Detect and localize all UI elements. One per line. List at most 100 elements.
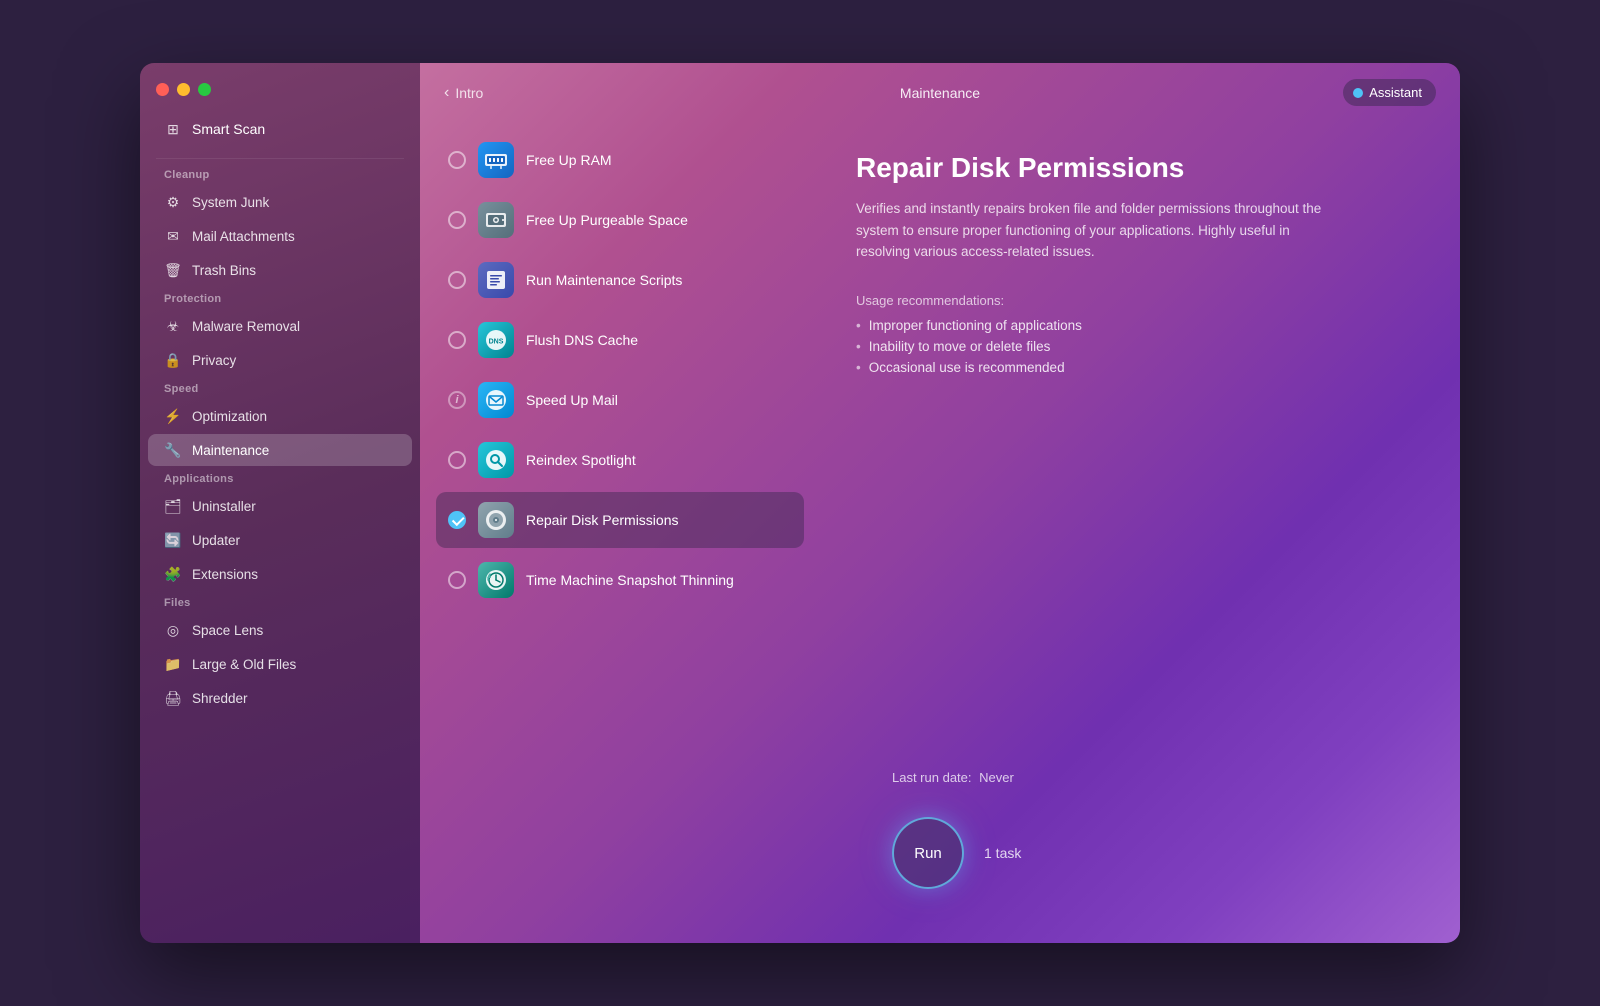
usage-item-3: Occasional use is recommended (856, 360, 1424, 375)
task-item-free-up-ram[interactable]: Free Up RAM (436, 132, 804, 188)
task-radio-free-up-ram[interactable] (448, 151, 466, 169)
maintenance-label: Maintenance (192, 443, 269, 458)
task-list: Free Up RAM Free Up Purgeabl (420, 122, 820, 943)
updater-label: Updater (192, 533, 240, 548)
task-radio-speed-up-mail[interactable] (448, 391, 466, 409)
detail-title: Repair Disk Permissions (856, 152, 1424, 184)
task-radio-flush-dns[interactable] (448, 331, 466, 349)
sidebar-item-malware-removal[interactable]: ☣ Malware Removal (148, 310, 412, 342)
svg-text:DNS: DNS (489, 339, 504, 346)
detail-description: Verifies and instantly repairs broken fi… (856, 198, 1336, 263)
maintenance-icon: 🔧 (164, 441, 182, 459)
section-label-speed: Speed (140, 377, 420, 399)
uninstaller-icon: 🗂 (164, 497, 182, 515)
maximize-button[interactable] (198, 83, 211, 96)
trash-bins-label: Trash Bins (192, 263, 256, 278)
malware-removal-icon: ☣ (164, 317, 182, 335)
sidebar-item-system-junk[interactable]: ⚙ System Junk (148, 186, 412, 218)
task-icon-time-machine (478, 562, 514, 598)
privacy-label: Privacy (192, 353, 236, 368)
task-radio-maintenance-scripts[interactable] (448, 271, 466, 289)
task-item-free-up-purgeable[interactable]: Free Up Purgeable Space (436, 192, 804, 248)
traffic-lights (140, 83, 420, 112)
assistant-dot-icon (1353, 88, 1363, 98)
updater-icon: 🔄 (164, 531, 182, 549)
task-radio-free-up-purgeable[interactable] (448, 211, 466, 229)
sidebar-item-optimization[interactable]: ⚡ Optimization (148, 400, 412, 432)
run-button[interactable]: Run (892, 817, 964, 889)
optimization-label: Optimization (192, 409, 267, 424)
task-item-repair-disk[interactable]: Repair Disk Permissions (436, 492, 804, 548)
assistant-label: Assistant (1369, 85, 1422, 100)
uninstaller-label: Uninstaller (192, 499, 256, 514)
malware-removal-label: Malware Removal (192, 319, 300, 334)
last-run-value: Never (979, 770, 1014, 785)
usage-item-1: Improper functioning of applications (856, 318, 1424, 333)
minimize-button[interactable] (177, 83, 190, 96)
extensions-label: Extensions (192, 567, 258, 582)
task-item-maintenance-scripts[interactable]: Run Maintenance Scripts (436, 252, 804, 308)
sidebar-item-large-old-files[interactable]: 📁 Large & Old Files (148, 648, 412, 680)
back-navigation[interactable]: ‹ Intro (444, 84, 483, 102)
back-label: Intro (455, 85, 483, 101)
trash-bins-icon: 🗑 (164, 261, 182, 279)
bottom-bar: Run 1 task (856, 801, 1424, 913)
task-icon-repair-disk (478, 502, 514, 538)
sidebar-item-uninstaller[interactable]: 🗂 Uninstaller (148, 490, 412, 522)
usage-item-2: Inability to move or delete files (856, 339, 1424, 354)
page-title: Maintenance (900, 85, 980, 101)
large-old-files-label: Large & Old Files (192, 657, 296, 672)
large-old-files-icon: 📁 (164, 655, 182, 673)
extensions-icon: 🧩 (164, 565, 182, 583)
task-radio-reindex-spotlight[interactable] (448, 451, 466, 469)
sidebar-item-privacy[interactable]: 🔒 Privacy (148, 344, 412, 376)
top-bar: ‹ Intro Maintenance Assistant (420, 63, 1460, 122)
smart-scan-icon: ⊞ (164, 120, 182, 138)
task-icon-flush-dns: DNS (478, 322, 514, 358)
privacy-icon: 🔒 (164, 351, 182, 369)
shredder-icon: 🖨 (164, 689, 182, 707)
sidebar-item-updater[interactable]: 🔄 Updater (148, 524, 412, 556)
task-icon-free-up-purgeable (478, 202, 514, 238)
task-item-speed-up-mail[interactable]: Speed Up Mail (436, 372, 804, 428)
section-label-files: Files (140, 591, 420, 613)
task-icon-speed-up-mail (478, 382, 514, 418)
last-run-info: Last run date: Never (856, 770, 1424, 785)
app-window: ⊞ Smart Scan Cleanup ⚙ System Junk ✉ Mai… (140, 63, 1460, 943)
task-name-repair-disk: Repair Disk Permissions (526, 512, 678, 528)
section-label-cleanup: Cleanup (140, 163, 420, 185)
task-radio-time-machine[interactable] (448, 571, 466, 589)
content-area: Free Up RAM Free Up Purgeabl (420, 122, 1460, 943)
task-name-reindex-spotlight: Reindex Spotlight (526, 452, 636, 468)
task-count: 1 task (984, 845, 1021, 861)
task-item-flush-dns[interactable]: DNS Flush DNS Cache (436, 312, 804, 368)
smart-scan-label: Smart Scan (192, 121, 265, 137)
sidebar-item-trash-bins[interactable]: 🗑 Trash Bins (148, 254, 412, 286)
shredder-label: Shredder (192, 691, 248, 706)
sidebar-item-mail-attachments[interactable]: ✉ Mail Attachments (148, 220, 412, 252)
task-radio-repair-disk[interactable] (448, 511, 466, 529)
task-item-reindex-spotlight[interactable]: Reindex Spotlight (436, 432, 804, 488)
system-junk-icon: ⚙ (164, 193, 182, 211)
task-name-time-machine: Time Machine Snapshot Thinning (526, 572, 734, 588)
space-lens-icon: ◎ (164, 621, 182, 639)
sidebar-item-shredder[interactable]: 🖨 Shredder (148, 682, 412, 714)
assistant-button[interactable]: Assistant (1343, 79, 1436, 106)
task-icon-reindex-spotlight (478, 442, 514, 478)
sidebar-item-space-lens[interactable]: ◎ Space Lens (148, 614, 412, 646)
close-button[interactable] (156, 83, 169, 96)
task-icon-free-up-ram (478, 142, 514, 178)
mail-attachments-icon: ✉ (164, 227, 182, 245)
sidebar-item-smart-scan[interactable]: ⊞ Smart Scan (148, 112, 412, 146)
task-icon-maintenance-scripts (478, 262, 514, 298)
task-name-free-up-ram: Free Up RAM (526, 152, 612, 168)
detail-panel: Repair Disk Permissions Verifies and ins… (820, 122, 1460, 943)
task-name-maintenance-scripts: Run Maintenance Scripts (526, 272, 682, 288)
usage-label: Usage recommendations: (856, 293, 1424, 308)
task-name-flush-dns: Flush DNS Cache (526, 332, 638, 348)
task-item-time-machine[interactable]: Time Machine Snapshot Thinning (436, 552, 804, 608)
sidebar-divider (156, 158, 404, 159)
sidebar-item-extensions[interactable]: 🧩 Extensions (148, 558, 412, 590)
sidebar-item-maintenance[interactable]: 🔧 Maintenance (148, 434, 412, 466)
optimization-icon: ⚡ (164, 407, 182, 425)
